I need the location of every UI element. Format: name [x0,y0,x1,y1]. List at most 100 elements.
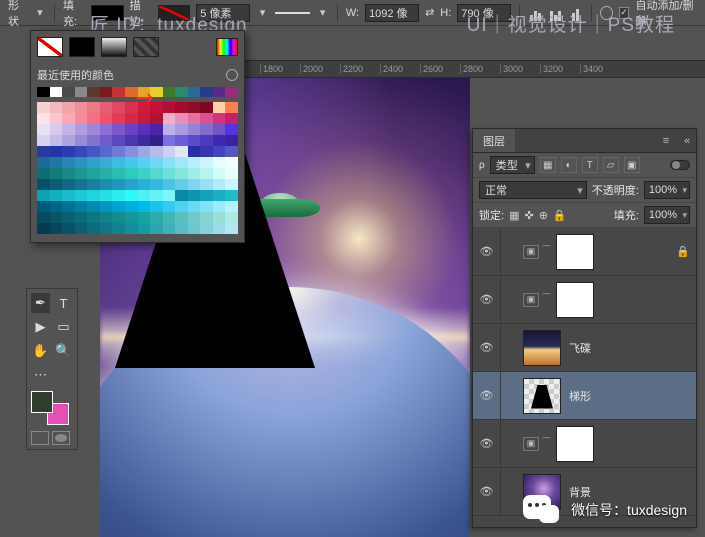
color-swatch[interactable] [75,201,88,212]
color-swatch[interactable] [225,135,238,146]
path-selection-tool[interactable]: ▶ [31,317,50,337]
color-swatch[interactable] [125,190,138,201]
recent-swatch[interactable] [138,87,151,97]
lock-all-icon[interactable]: 🔒 [553,209,567,222]
color-swatch[interactable] [62,179,75,190]
mask-link-icon[interactable]: ⁀ [543,293,550,307]
color-swatch[interactable] [37,168,50,179]
color-swatch[interactable] [188,223,201,234]
color-swatch[interactable] [50,201,63,212]
color-swatch[interactable] [112,102,125,113]
color-swatch[interactable] [225,223,238,234]
recent-swatch[interactable] [213,87,226,97]
rectangle-tool[interactable]: ▭ [54,317,73,337]
color-swatch[interactable] [175,157,188,168]
color-swatch[interactable] [87,124,100,135]
color-swatch[interactable] [87,102,100,113]
color-swatch[interactable] [112,168,125,179]
color-swatch[interactable] [200,223,213,234]
color-swatch[interactable] [50,102,63,113]
quick-mask-button[interactable] [52,431,70,445]
color-swatch[interactable] [200,102,213,113]
color-swatch[interactable] [50,135,63,146]
color-swatch[interactable] [75,179,88,190]
color-swatch[interactable] [188,113,201,124]
filter-adjust-icon[interactable]: ◐ [561,157,577,173]
color-swatch[interactable] [125,168,138,179]
layer-thumbnail[interactable] [556,426,594,462]
visibility-eye-icon[interactable]: 👁 [473,420,501,467]
link-icon[interactable] [501,228,523,275]
color-swatch[interactable] [138,113,151,124]
color-swatch[interactable] [163,212,176,223]
color-swatch[interactable] [175,102,188,113]
foreground-background-swatches[interactable] [31,391,75,425]
color-swatch[interactable] [188,146,201,157]
recent-swatch[interactable] [200,87,213,97]
color-swatch[interactable] [50,223,63,234]
color-swatch[interactable] [188,212,201,223]
color-swatch[interactable] [112,124,125,135]
color-swatch[interactable] [225,146,238,157]
color-swatch[interactable] [50,157,63,168]
color-swatch[interactable] [163,157,176,168]
color-swatch[interactable] [75,146,88,157]
fill-pattern-button[interactable] [133,37,159,57]
layers-tab[interactable]: 图层 [473,129,515,152]
color-swatch[interactable] [213,168,226,179]
color-swatch[interactable] [213,113,226,124]
color-swatch[interactable] [150,146,163,157]
recent-swatch[interactable] [100,87,113,97]
color-swatch[interactable] [150,212,163,223]
color-swatch[interactable] [75,190,88,201]
color-swatch[interactable] [213,102,226,113]
layer-thumbnail[interactable] [556,282,594,318]
recent-swatch[interactable] [188,87,201,97]
color-swatch[interactable] [125,212,138,223]
color-swatch[interactable] [100,179,113,190]
color-swatch[interactable] [150,223,163,234]
color-swatch[interactable] [138,157,151,168]
color-swatch[interactable] [175,135,188,146]
color-swatch[interactable] [50,146,63,157]
color-swatch[interactable] [213,223,226,234]
color-swatch[interactable] [200,190,213,201]
color-swatch[interactable] [112,223,125,234]
color-swatch[interactable] [87,179,100,190]
color-swatch[interactable] [112,157,125,168]
color-swatch[interactable] [62,146,75,157]
color-swatch[interactable] [200,124,213,135]
color-swatch[interactable] [37,201,50,212]
layer-item[interactable]: 👁 ▣⁀ [473,420,696,468]
color-swatch[interactable] [150,201,163,212]
color-swatch[interactable] [125,223,138,234]
color-swatch[interactable] [75,102,88,113]
color-swatch[interactable] [50,190,63,201]
color-swatch[interactable] [87,146,100,157]
color-swatch[interactable] [175,146,188,157]
color-swatch[interactable] [175,212,188,223]
color-swatch[interactable] [112,146,125,157]
color-swatch[interactable] [225,102,238,113]
color-swatch[interactable] [37,146,50,157]
color-swatch[interactable] [37,157,50,168]
color-swatch[interactable] [100,102,113,113]
color-swatch[interactable] [188,124,201,135]
color-swatch[interactable] [225,190,238,201]
color-swatch[interactable] [225,201,238,212]
recent-swatch[interactable] [37,87,50,97]
color-swatch[interactable] [225,124,238,135]
color-swatch[interactable] [163,124,176,135]
color-swatch[interactable] [75,135,88,146]
foreground-color[interactable] [31,391,53,413]
color-swatch[interactable] [100,135,113,146]
type-tool[interactable]: T [54,293,73,313]
color-swatch[interactable] [87,157,100,168]
color-swatch[interactable] [100,223,113,234]
color-swatch[interactable] [188,168,201,179]
effects-icon[interactable]: ▣ [523,437,539,451]
color-swatch[interactable] [112,201,125,212]
color-swatch[interactable] [75,223,88,234]
color-swatch[interactable] [163,223,176,234]
color-swatch[interactable] [37,223,50,234]
